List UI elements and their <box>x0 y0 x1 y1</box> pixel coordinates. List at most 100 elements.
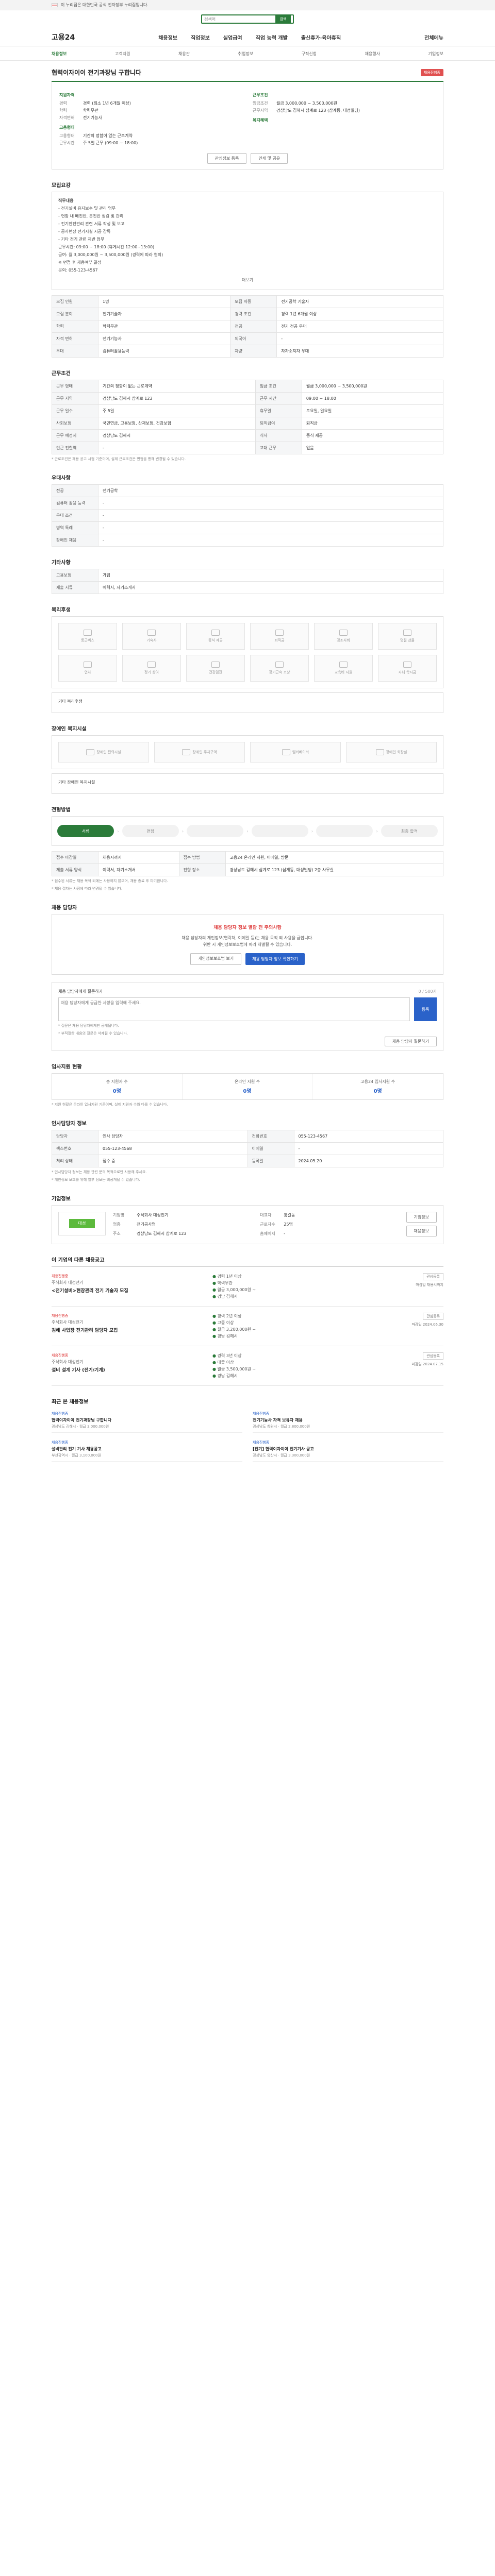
edu-value: 학력무관 <box>83 108 98 113</box>
section-similar: 이 기업의 다른 채용공고 <box>52 1258 105 1263</box>
stats-note: * 지원 현황은 온라인 입사지원 기준이며, 실제 지원자 수와 다를 수 있… <box>52 1103 168 1107</box>
welfare-item: 교육비 지원 <box>314 655 373 682</box>
gov-bar: 이 누리집은 대한민국 공식 전자정부 누리집입니다. <box>0 0 495 10</box>
welfare-item: 경조사비 <box>314 623 373 650</box>
process-steps: 서류 › 면접 › › › › 최종 합격 <box>52 816 443 846</box>
favorite-button[interactable]: 관심정보 등록 <box>207 153 247 164</box>
search-button[interactable]: 검색 <box>275 15 291 23</box>
table-row: 접수 마감일 채용시까지 접수 방법 고용24 온라인 지원, 이메일, 방문 <box>52 851 444 864</box>
conditions-table: 근무 형태 기간의 정함이 없는 근로계약 임금 조건 월급 3,000,000 ~… <box>52 380 444 454</box>
conditions-note: * 근로조건은 채용 공고 시점 기준이며, 실제 근로조건은 면접을 통해 변… <box>52 457 186 461</box>
search-input[interactable]: 검색어 검색 <box>201 14 294 24</box>
area-value: 경상남도 김해시 삼계로 123 (삼계동, 대성빌딩) <box>276 108 360 113</box>
contact-reveal-button[interactable]: 채용 담당자 정보 확인하기 <box>245 953 305 965</box>
restroom-icon <box>375 749 384 755</box>
list-item[interactable]: 채용진행중 [전기] 협력이자이이 전기기사 공고 경상남도 양산시 · 월급 … <box>253 1437 443 1462</box>
welfare-item: 연차 <box>58 655 117 682</box>
table-row: 근무 예정지 경상남도 김해시 식사 중식 제공 <box>52 429 444 442</box>
parking-icon <box>182 749 191 755</box>
welfare-item: 중식 제공 <box>186 623 245 650</box>
tab-support[interactable]: 고객지원 <box>115 51 130 57</box>
table-row: 근무 형태 기간의 정함이 없는 근로계약 임금 조건 월급 3,000,000 ~… <box>52 380 444 393</box>
arrow-right-icon: › <box>117 828 119 834</box>
present-icon <box>403 630 411 636</box>
page-title: 협력이자이이 전기과장님 구합니다 <box>52 69 141 76</box>
tab-jobs[interactable]: 채용정보 <box>52 51 67 57</box>
table-row: 팩스번호 055-123-4568 이메일 - <box>52 1142 443 1155</box>
favorite-button[interactable]: 관심등록 <box>423 1352 443 1360</box>
qual-value: 전기기능사 <box>83 115 102 120</box>
tab-hall[interactable]: 채용관 <box>178 51 190 57</box>
arrow-right-icon: › <box>311 828 314 834</box>
gnb-item-unemployment[interactable]: 실업급여 <box>223 33 242 41</box>
welfare-item: 명절 선물 <box>378 623 437 650</box>
all-menu-button[interactable]: 전체메뉴 <box>424 33 443 41</box>
print-share-button[interactable]: 인쇄 및 공유 <box>251 153 288 164</box>
recruit-table: 모집 인원 1명 모집 직종 전기공학 기술자 모집 분야 전기기술자 경력 조건 경력… <box>52 295 443 358</box>
job-summary: 지원자격 경력 경력 (최소 1년 6개월 이상) 학력 학력무관 자격면허 전기기능… <box>52 82 443 170</box>
table-row: 사회보험 국민연금, 고용보험, 산재보험, 건강보험 퇴직급여 퇴직금 <box>52 417 444 430</box>
qa-textarea[interactable] <box>58 997 410 1021</box>
gnb-item-career[interactable]: 직업정보 <box>191 33 210 41</box>
disabled-item: 장애인 편의시설 <box>58 742 149 762</box>
qa-send-button[interactable]: 등록 <box>414 997 437 1021</box>
welfare-item: 정기 상여 <box>122 655 181 682</box>
table-row: 우대 조건 - <box>52 509 443 522</box>
table-row: 근무 지역 경상남도 김해시 삼계로 123 근무 시간 09:00 ~ 18:00 <box>52 392 444 405</box>
welfare-item: 자녀 학자금 <box>378 655 437 682</box>
company-name: 주식회사 대성전기 <box>137 1213 169 1217</box>
table-row: 모집 분야 전기기술자 경력 조건 경력 1년 6개월 이상 <box>52 308 443 320</box>
tab-company[interactable]: 기업정보 <box>428 51 443 57</box>
qa-box: 채용 담당자에게 질문하기 0 / 500자 등록 * 질문은 채용 담당자에게… <box>52 982 443 1051</box>
gnb-item-leave[interactable]: 출산휴가·육아휴직 <box>301 33 341 41</box>
list-item[interactable]: 채용진행중 주식회사 대성전기 김해 사업장 전기관리 담당자 모집 ● 경력 … <box>52 1307 443 1346</box>
wheelchair-icon <box>86 749 95 755</box>
stat-item: 온라인 지원 수 0명 <box>183 1074 313 1099</box>
company-logo: 대성 <box>58 1212 106 1235</box>
table-row: 컴퓨터 활용 능력 - <box>52 497 443 510</box>
disabled-note: 기타 장애인 복지시설 <box>52 773 443 794</box>
list-item[interactable]: 채용진행중 설비관리 전기 기사 채용공고 부산광역시 · 월급 3,100,0… <box>52 1437 242 1462</box>
section-welfare: 복리후생 <box>52 607 71 613</box>
step-item <box>251 825 308 837</box>
gnb-item-training[interactable]: 직업 능력 개발 <box>256 33 288 41</box>
qa-ask-button[interactable]: 채용 담당자 질문하기 <box>384 1037 437 1046</box>
privacy-law-button[interactable]: 개인정보보호법 보기 <box>190 953 242 965</box>
gnb-menu: 채용정보 직업정보 실업급여 직업 능력 개발 출산휴가·육아휴직 <box>158 33 341 41</box>
education-icon <box>339 662 348 668</box>
step-item <box>187 825 244 837</box>
section-apply-stats: 입사지원 현황 <box>52 1064 82 1070</box>
qa-title: 채용 담당자에게 질문하기 <box>58 989 103 994</box>
detail-box: 직무내용 - 전기설비 유지보수 및 관리 업무 - 현장 내 배전반, 분전반… <box>52 192 443 290</box>
contact-table: 담당자 인사 담당자 전화번호 055-123-4567 팩스번호 055-123-4… <box>52 1130 443 1167</box>
site-logo[interactable]: 고용24 <box>52 32 75 42</box>
list-item[interactable]: 채용진행중 주식회사 대성전기 설비 설계 기사 (전기/기계) ● 경력 3년… <box>52 1346 443 1386</box>
list-item[interactable]: 채용진행중 전기기능사 자격 보유자 채용 경상남도 창원시 · 월급 2,80… <box>253 1408 443 1433</box>
table-row: 전공 전기공학 <box>52 484 443 497</box>
summary-head-type: 고용형태 <box>59 125 75 130</box>
list-item[interactable]: 채용진행중 주식회사 대성전기 <전기설비>현장관리 전기 기술자 모집 ● 경… <box>52 1267 443 1307</box>
gift-icon <box>339 630 348 636</box>
favorite-button[interactable]: 관심등록 <box>423 1273 443 1280</box>
top-search: 검색어 검색 <box>0 10 495 28</box>
section-prefer: 우대사항 <box>52 476 71 481</box>
welfare-item: 퇴직금 <box>250 623 309 650</box>
more-button[interactable]: 더보기 <box>58 277 437 283</box>
company-info-button[interactable]: 기업정보 <box>406 1212 437 1223</box>
tab-events[interactable]: 채용행사 <box>365 51 380 57</box>
table-row: 모집 인원 1명 모집 직종 전기공학 기술자 <box>52 295 443 308</box>
gnb-item-jobs[interactable]: 채용정보 <box>158 33 177 41</box>
prefer-table: 전공 전기공학 컴퓨터 활용 능력 - 우대 조건 - 병역 특례 - 장애인 채용 - <box>52 484 443 547</box>
stat-item: 총 지원자 수 0명 <box>52 1074 183 1099</box>
type-value: 기간의 정함이 없는 근로계약 <box>83 133 133 138</box>
award-icon <box>275 662 284 668</box>
tab-info[interactable]: 취업정보 <box>238 51 253 57</box>
welfare-grid: 통근버스 기숙사 중식 제공 퇴직금 경조사비 명절 선물 연차 정기 상여 건… <box>52 616 443 688</box>
company-jobs-button[interactable]: 채용정보 <box>406 1226 437 1236</box>
main-content: 협력이자이이 전기과장님 구합니다 채용진행중 지원자격 경력 경력 (최소 1년… <box>52 68 444 1462</box>
list-item[interactable]: 채용진행중 협력이자이이 전기과장님 구합니다 경상남도 김해시 · 월급 3,… <box>52 1408 242 1433</box>
hours-value: 주 5일 근무 (09:00 ~ 18:00) <box>83 141 138 145</box>
tab-apply[interactable]: 구직신청 <box>302 51 317 57</box>
favorite-button[interactable]: 관심등록 <box>423 1313 443 1320</box>
recent-jobs: 채용진행중 협력이자이이 전기과장님 구합니다 경상남도 김해시 · 월급 3,… <box>52 1408 443 1462</box>
